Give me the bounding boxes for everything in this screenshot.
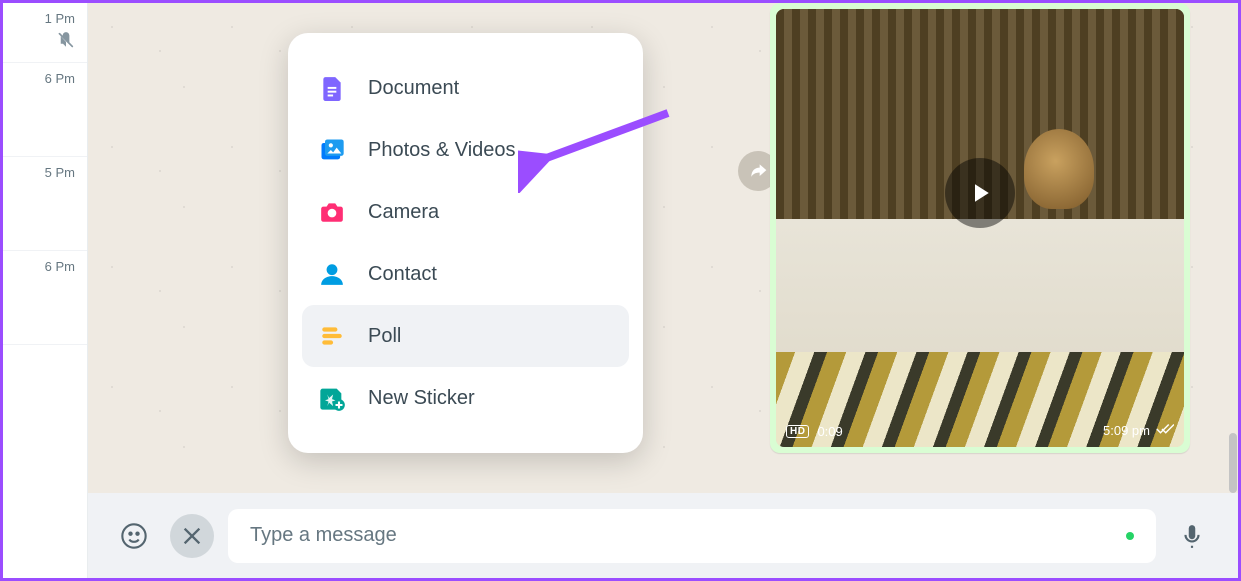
menu-label: Poll bbox=[368, 325, 401, 348]
message-input[interactable]: Type a message bbox=[228, 509, 1156, 563]
chat-list-sidebar[interactable]: 1 Pm 6 Pm 5 Pm 6 Pm bbox=[3, 3, 88, 578]
attach-new-sticker[interactable]: New Sticker bbox=[302, 367, 629, 429]
chat-time: 6 Pm bbox=[45, 259, 75, 274]
camera-icon bbox=[318, 198, 346, 226]
chat-list-item[interactable]: 5 Pm bbox=[3, 157, 87, 251]
chat-list-item[interactable]: 6 Pm bbox=[3, 251, 87, 345]
hd-badge: HD bbox=[786, 425, 809, 438]
menu-label: Contact bbox=[368, 263, 437, 286]
sent-time: 5:09 pm bbox=[1103, 423, 1150, 438]
chat-list-item[interactable]: 6 Pm bbox=[3, 63, 87, 157]
scrollbar[interactable] bbox=[1226, 3, 1238, 493]
placeholder: Type a message bbox=[250, 524, 397, 547]
video-thumbnail[interactable]: HD 0:09 5:09 pm bbox=[776, 9, 1184, 447]
emoji-button[interactable] bbox=[112, 514, 156, 558]
video-duration: 0:09 bbox=[817, 424, 842, 439]
poll-icon bbox=[318, 322, 346, 350]
attach-contact[interactable]: Contact bbox=[302, 243, 629, 305]
annotation-arrow bbox=[518, 103, 678, 193]
chat-time: 1 Pm bbox=[45, 11, 75, 26]
menu-label: Photos & Videos bbox=[368, 139, 516, 162]
chat-area: HD 0:09 5:09 pm Document bbox=[88, 3, 1238, 578]
menu-label: Document bbox=[368, 77, 459, 100]
composer-bar: Type a message bbox=[88, 493, 1238, 578]
read-receipt-icon bbox=[1156, 422, 1174, 439]
chat-list-item[interactable]: 1 Pm bbox=[3, 3, 87, 63]
contact-icon bbox=[318, 260, 346, 288]
attach-button[interactable] bbox=[170, 514, 214, 558]
document-icon bbox=[318, 74, 346, 102]
chat-time: 5 Pm bbox=[45, 165, 75, 180]
stickers-indicator bbox=[1126, 532, 1134, 540]
mute-icon bbox=[57, 31, 75, 52]
sticker-icon bbox=[318, 384, 346, 412]
menu-label: New Sticker bbox=[368, 387, 475, 410]
video-message-bubble[interactable]: HD 0:09 5:09 pm bbox=[770, 3, 1190, 453]
menu-label: Camera bbox=[368, 201, 439, 224]
chat-time: 6 Pm bbox=[45, 71, 75, 86]
mic-button[interactable] bbox=[1170, 514, 1214, 558]
photos-icon bbox=[318, 136, 346, 164]
attach-poll[interactable]: Poll bbox=[302, 305, 629, 367]
play-icon[interactable] bbox=[945, 158, 1015, 228]
attach-menu: Document Photos & Videos Camera Contact bbox=[288, 33, 643, 453]
